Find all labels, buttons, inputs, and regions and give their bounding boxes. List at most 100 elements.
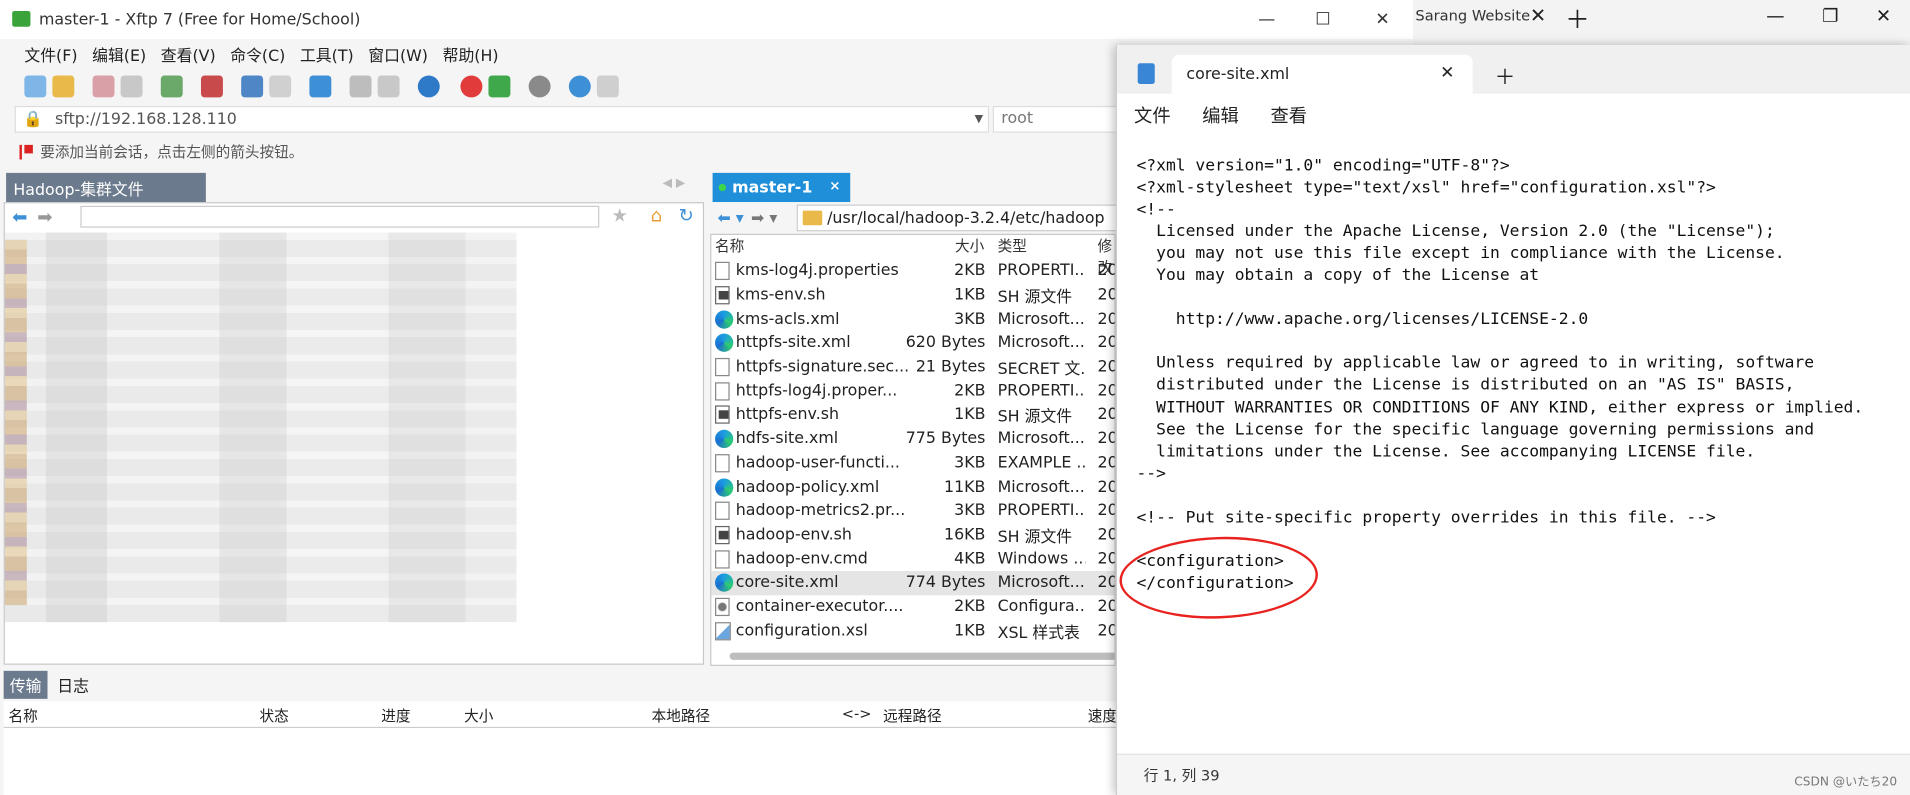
local-file-pane[interactable]: ⬅ ➡ ★ ⌂ ↻ — [3, 202, 705, 665]
table-row[interactable]: hadoop-policy.xml 11KB Microsoft... 20 — [711, 475, 1115, 499]
tab-local[interactable]: Hadoop-集群文件 — [6, 172, 206, 203]
help-icon[interactable] — [568, 75, 591, 98]
tab-remote[interactable]: master-1 × — [712, 172, 851, 203]
table-row[interactable]: httpfs-env.sh 1KB SH 源文件 20 — [711, 403, 1115, 427]
minimize-button[interactable]: — — [1239, 0, 1295, 39]
notepad-menu-file[interactable]: 文件 — [1134, 102, 1171, 128]
chevron-down-icon[interactable]: ▼ — [975, 113, 983, 125]
table-row[interactable]: hadoop-user-functi... 3KB EXAMPLE ... 20 — [711, 451, 1115, 475]
menu-help[interactable]: 帮助(H) — [443, 42, 499, 65]
file-modified: 20 — [1097, 262, 1116, 281]
copy-icon[interactable] — [377, 75, 400, 98]
table-row[interactable]: httpfs-site.xml 620 Bytes Microsoft... 20 — [711, 331, 1115, 355]
table-row[interactable]: kms-env.sh 1KB SH 源文件 20 — [711, 283, 1115, 307]
menu-tools[interactable]: 工具(T) — [300, 42, 354, 65]
forward-icon[interactable]: ➡ — [37, 206, 52, 228]
browser-tab-close-icon[interactable]: ✕ — [1530, 4, 1546, 27]
table-row[interactable]: core-site.xml 774 Bytes Microsoft... 20 — [711, 571, 1115, 595]
col-modified[interactable]: 修改 — [1098, 235, 1115, 276]
menu-window[interactable]: 窗口(W) — [368, 42, 428, 65]
close-button[interactable]: ✕ — [1355, 0, 1411, 39]
new-session-icon[interactable] — [24, 75, 47, 98]
xftp-icon[interactable] — [488, 75, 511, 98]
th-remote-path[interactable]: 远程路径 — [883, 705, 941, 726]
table-row[interactable]: httpfs-log4j.proper... 2KB PROPERTI... 20 — [711, 379, 1115, 403]
download-icon[interactable] — [269, 75, 292, 98]
tab-transfer[interactable]: 传输 — [3, 670, 48, 699]
edge-icon — [715, 334, 734, 353]
notepad-menu-edit[interactable]: 编辑 — [1202, 102, 1239, 128]
file-size: 1KB — [954, 406, 986, 425]
local-path-input[interactable] — [80, 205, 600, 228]
disconnect-icon[interactable] — [120, 75, 143, 98]
col-size[interactable]: 大小 — [955, 235, 984, 257]
file-modified: 20 — [1097, 525, 1116, 545]
notepad-window: core-site.xml ✕ ＋ 文件 编辑 查看 <?xml version… — [1115, 45, 1910, 795]
print-icon[interactable] — [349, 75, 372, 98]
connected-dot-icon — [718, 183, 726, 192]
remote-path-input[interactable]: /usr/local/hadoop-3.2.4/etc/hadoop — [796, 204, 1126, 232]
refresh-icon[interactable]: ↻ — [678, 205, 693, 227]
menu-command[interactable]: 命令(C) — [230, 42, 285, 65]
toolbar — [0, 71, 1121, 103]
file-name: kms-env.sh — [735, 286, 826, 305]
table-row[interactable]: hadoop-env.sh 16KB SH 源文件 20 — [711, 523, 1115, 547]
maximize-button[interactable]: ☐ — [1295, 0, 1351, 39]
menu-file[interactable]: 文件(F) — [24, 42, 77, 65]
chat-icon[interactable] — [596, 75, 619, 98]
tab-log[interactable]: 日志 — [48, 670, 99, 698]
table-row[interactable]: hadoop-metrics2.pr... 3KB PROPERTI... 20 — [711, 499, 1115, 523]
open-folder-icon[interactable] — [52, 75, 75, 98]
connect-icon[interactable] — [92, 75, 115, 98]
notepad-editor[interactable]: <?xml version="1.0" encoding="UTF-8"?> <… — [1116, 135, 1910, 754]
browser-maximize-button[interactable]: ❐ — [1822, 5, 1838, 27]
th-name[interactable]: 名称 — [9, 705, 38, 726]
home-icon[interactable]: ⌂ — [650, 205, 662, 227]
upload-icon[interactable] — [241, 75, 264, 98]
th-status[interactable]: 状态 — [259, 705, 288, 726]
browser-tab-title[interactable]: Sarang Website — [1415, 7, 1530, 24]
globe-icon[interactable] — [417, 75, 440, 98]
username-field[interactable]: root — [992, 105, 1127, 133]
th-local-path[interactable]: 本地路径 — [652, 705, 710, 726]
table-row[interactable]: configuration.xsl 1KB XSL 样式表 20 — [711, 619, 1115, 643]
file-name: httpfs-site.xml — [735, 334, 851, 353]
new-folder-icon[interactable] — [160, 75, 183, 98]
transfer-list[interactable] — [3, 728, 1119, 795]
table-row[interactable]: container-executor.... 2KB Configura... 20 — [711, 595, 1115, 619]
sync-icon[interactable] — [309, 75, 332, 98]
forward-icon[interactable]: ➡ ▾ — [751, 209, 777, 227]
notepad-menu-view[interactable]: 查看 — [1271, 102, 1308, 128]
horizontal-scrollbar[interactable] — [729, 652, 1115, 660]
th-direction[interactable]: <-> — [842, 705, 872, 722]
star-icon[interactable]: ★ — [611, 205, 627, 227]
browser-minimize-button[interactable]: — — [1766, 5, 1784, 27]
back-icon[interactable]: ⬅ ▾ — [717, 209, 743, 227]
th-speed[interactable]: 速度 — [1088, 705, 1117, 726]
gear-icon[interactable] — [528, 75, 551, 98]
address-input[interactable]: 🔒 sftp://192.168.128.110 ▼ — [14, 105, 990, 133]
back-icon[interactable]: ⬅ — [12, 206, 27, 228]
table-row[interactable]: hdfs-site.xml 775 Bytes Microsoft... 20 — [711, 427, 1115, 451]
table-row[interactable]: kms-acls.xml 3KB Microsoft... 20 — [711, 307, 1115, 331]
notepad-new-tab-icon[interactable]: ＋ — [1495, 60, 1516, 90]
table-row[interactable]: kms-log4j.properties 2KB PROPERTI... 20 — [711, 259, 1115, 283]
table-row[interactable]: hadoop-env.cmd 4KB Windows ... 20 — [711, 547, 1115, 571]
browser-close-button[interactable]: ✕ — [1876, 5, 1891, 27]
th-progress[interactable]: 进度 — [381, 705, 410, 726]
menu-edit[interactable]: 编辑(E) — [92, 42, 146, 65]
col-type[interactable]: 类型 — [998, 235, 1027, 257]
col-name[interactable]: 名称 — [715, 235, 744, 257]
notepad-tab-close-icon[interactable]: ✕ — [1440, 63, 1454, 82]
menu-view[interactable]: 查看(V) — [161, 42, 216, 65]
th-size[interactable]: 大小 — [464, 705, 493, 726]
remote-file-list[interactable]: 名称 大小 类型 修改 kms-log4j.properties 2KB PROPE… — [710, 233, 1116, 666]
shell-icon — [715, 406, 730, 425]
notepad-tab[interactable]: core-site.xml ✕ — [1171, 54, 1473, 94]
new-tab-icon[interactable]: ＋ — [1565, 0, 1589, 35]
tab-scroll-arrows[interactable]: ◀ ▶ — [663, 177, 686, 190]
table-row[interactable]: httpfs-signature.sec... 21 Bytes SECRET 文.… — [711, 355, 1115, 379]
tab-close-icon[interactable]: × — [829, 178, 840, 194]
xshell-icon[interactable] — [460, 75, 483, 98]
transfer-icon[interactable] — [200, 75, 223, 98]
